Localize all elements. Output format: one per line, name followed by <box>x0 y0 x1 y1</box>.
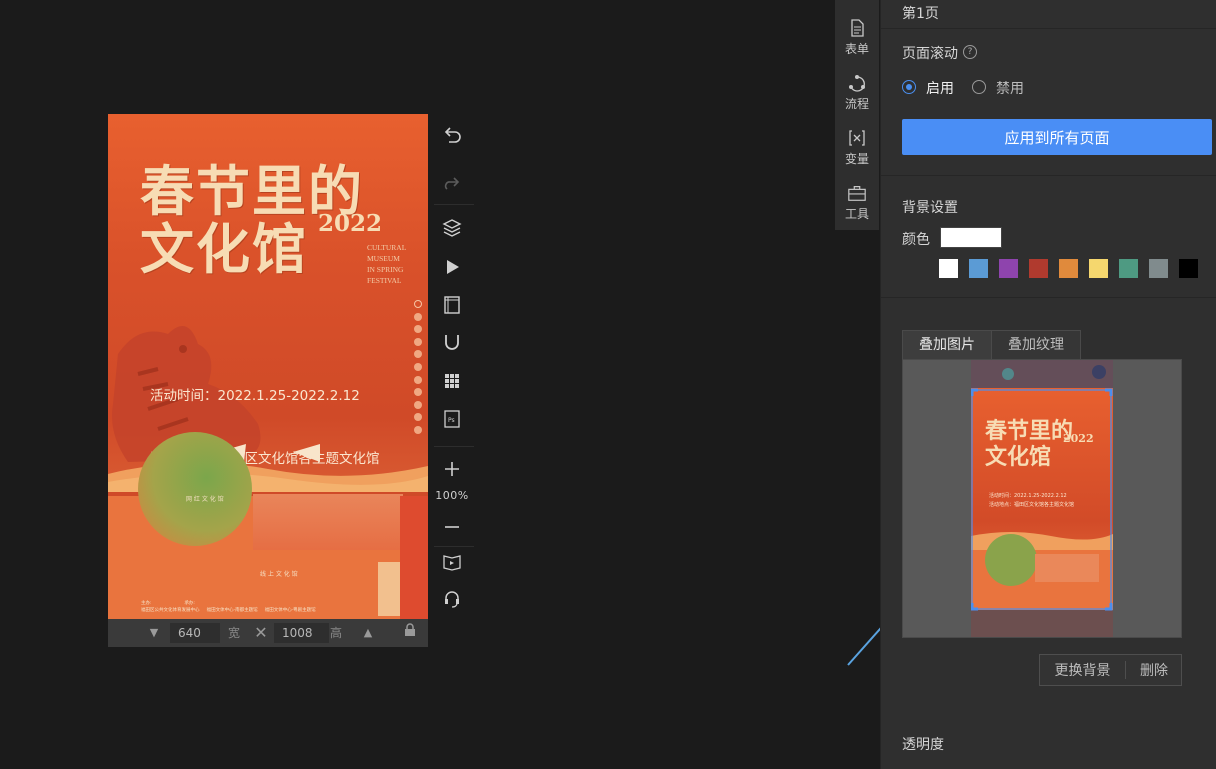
caret-up-icon[interactable]: ▲ <box>358 623 378 643</box>
side-nav-flow-label: 流程 <box>844 97 869 111</box>
color-label: 颜色 <box>902 232 930 248</box>
svg-text:活动地点：福田区文化馆各主题文化馆: 活动地点：福田区文化馆各主题文化馆 <box>989 501 1074 508</box>
side-nav-form-label: 表单 <box>844 42 869 56</box>
flow-icon <box>849 75 865 92</box>
width-input[interactable]: 640 <box>170 623 220 643</box>
delete-background-button[interactable]: 删除 <box>1126 655 1182 685</box>
height-unit-label: 高 <box>330 626 343 640</box>
video-tutorial-icon[interactable] <box>441 551 463 573</box>
link-size-icon[interactable]: ✕ <box>251 623 271 643</box>
svg-text:春节里的: 春节里的 <box>985 418 1073 444</box>
apply-all-pages-button[interactable]: 应用到所有页面 <box>902 119 1212 155</box>
tab-overlay-image[interactable]: 叠加图片 <box>902 330 992 360</box>
side-nav-tools-label: 工具 <box>844 207 869 221</box>
background-preview: 春节里的 文化馆 2022 活动时间：2022.1.25-2022.2.12 活… <box>902 359 1182 638</box>
properties-panel: 第1页 页面滚动 ? 启用 禁用 应用到所有页面 背景设置 颜色 叠加图片 叠加… <box>880 0 1216 769</box>
caret-down-icon[interactable]: ▼ <box>144 623 164 643</box>
color-picker[interactable] <box>940 227 1002 248</box>
svg-text:文化馆: 文化馆 <box>985 444 1051 470</box>
help-icon[interactable]: ? <box>963 45 977 59</box>
zoom-in-icon[interactable] <box>441 458 463 480</box>
side-nav-flow[interactable]: 流程 <box>835 73 879 112</box>
poster-english-title: CULTURAL MUSEUM IN SPRING FESTIVAL <box>367 243 407 285</box>
width-unit-label: 宽 <box>228 626 241 640</box>
page-indicator-dots <box>414 300 424 439</box>
color-swatch[interactable] <box>969 259 988 278</box>
svg-text:Ps: Ps <box>448 417 455 424</box>
poster-lower-footer: 主办: 承办: 福田区公共文化体育发展中心 福田文体中心·南都主题馆 福田文体中… <box>141 601 316 613</box>
opacity-title: 透明度 <box>902 737 944 753</box>
color-swatch[interactable] <box>1149 259 1168 278</box>
form-icon <box>851 19 864 37</box>
poster-lower-section: 网 红 文 化 馆 线 上 文 化 馆 主办: 承办: 福田区公共文化体育发展中… <box>108 432 428 619</box>
poster-year: 2022 <box>318 210 383 237</box>
background-thumbnail: 春节里的 文化馆 2022 活动时间：2022.1.25-2022.2.12 活… <box>971 360 1113 637</box>
side-nav: 表单 流程 变量 工具 <box>835 0 879 230</box>
svg-text:2022: 2022 <box>1063 432 1094 445</box>
height-input[interactable]: 1008 <box>274 623 329 643</box>
magnet-icon[interactable] <box>441 332 463 354</box>
color-swatch[interactable] <box>1059 259 1078 278</box>
poster-info-time: 活动时间：2022.1.25-2022.2.12 <box>150 388 360 404</box>
bg-settings-title: 背景设置 <box>902 200 958 216</box>
scroll-disable-radio[interactable] <box>972 80 986 94</box>
frame-icon[interactable] <box>441 294 463 316</box>
background-actions: 更换背景 删除 <box>1039 654 1182 686</box>
undo-icon[interactable] <box>441 124 463 146</box>
tab-overlay-texture[interactable]: 叠加纹理 <box>991 330 1081 360</box>
poster-lower-label-1: 网 红 文 化 馆 <box>186 496 224 503</box>
svg-text:活动时间：2022.1.25-2022.2.12: 活动时间：2022.1.25-2022.2.12 <box>989 492 1067 499</box>
zoom-level: 100% <box>435 489 469 502</box>
scroll-disable-label[interactable]: 禁用 <box>996 78 1024 98</box>
page-name: 第1页 <box>902 6 939 22</box>
scroll-enable-radio[interactable] <box>902 80 916 94</box>
customer-service-icon[interactable] <box>441 588 463 610</box>
play-icon[interactable] <box>441 256 463 278</box>
toolbox-icon <box>848 186 866 201</box>
scroll-title: 页面滚动 <box>902 46 958 62</box>
side-nav-form[interactable]: 表单 <box>835 18 879 57</box>
variable-icon <box>849 130 865 146</box>
color-swatch[interactable] <box>1029 259 1048 278</box>
color-swatch[interactable] <box>1179 259 1198 278</box>
replace-background-button[interactable]: 更换背景 <box>1040 655 1125 685</box>
side-nav-variable-label: 变量 <box>844 152 869 166</box>
grid-icon[interactable] <box>441 370 463 392</box>
scroll-enable-label[interactable]: 启用 <box>926 78 954 98</box>
side-nav-tools[interactable]: 工具 <box>835 183 879 222</box>
layers-icon[interactable] <box>441 217 463 239</box>
color-swatch[interactable] <box>1089 259 1108 278</box>
side-nav-variable[interactable]: 变量 <box>835 128 879 167</box>
redo-icon[interactable] <box>441 172 463 194</box>
lock-icon[interactable] <box>400 623 420 643</box>
color-swatch[interactable] <box>1119 259 1138 278</box>
canvas-size-bar: ▼ 640 宽 ✕ 1008 高 ▲ <box>108 619 428 647</box>
poster-lower-label-2: 线 上 文 化 馆 <box>260 571 298 578</box>
psd-import-icon[interactable]: Ps <box>441 408 463 430</box>
color-swatch[interactable] <box>999 259 1018 278</box>
poster-canvas[interactable]: 春节里的 文化馆 2022 CULTURAL MUSEUM IN SPRING … <box>108 114 428 619</box>
color-swatch[interactable] <box>939 259 958 278</box>
zoom-out-icon[interactable] <box>441 516 463 538</box>
